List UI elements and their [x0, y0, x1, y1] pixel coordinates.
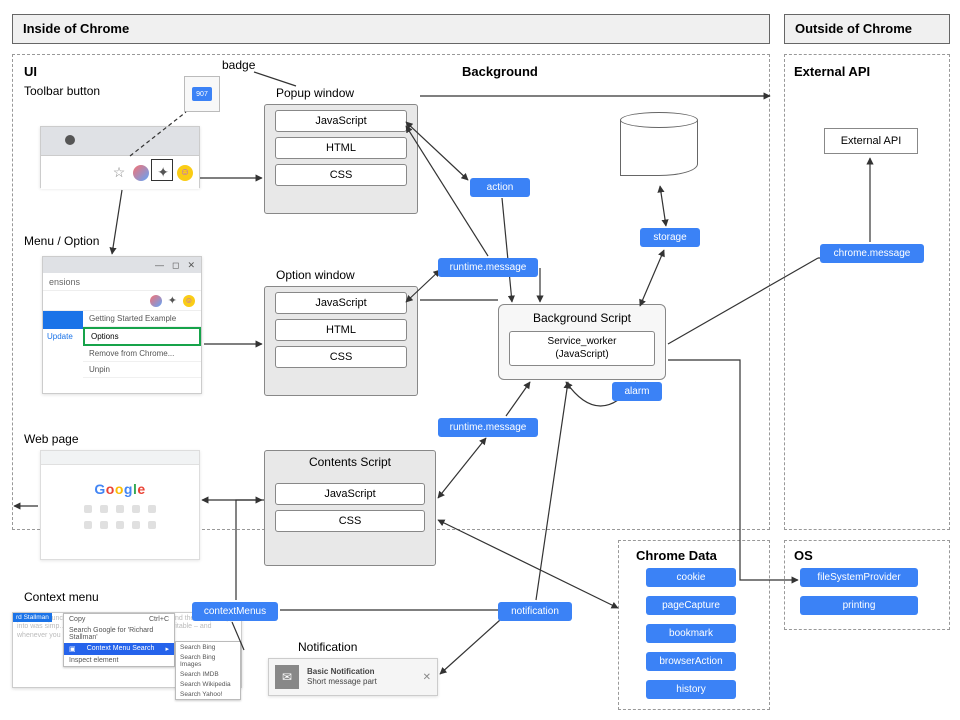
- google-logo: Google: [94, 481, 145, 497]
- badge-icon: 907: [192, 87, 212, 101]
- option-css: CSS: [275, 346, 407, 368]
- popup-css: CSS: [275, 164, 407, 186]
- popup-window-label: Popup window: [276, 86, 354, 100]
- web-page-thumbnail: Google: [40, 450, 200, 560]
- chip-bookmark: bookmark: [646, 624, 736, 643]
- chip-storage: storage: [640, 228, 700, 247]
- service-worker-box: Service_worker(JavaScript): [509, 331, 655, 366]
- chip-action: action: [470, 178, 530, 197]
- chip-alarm: alarm: [612, 382, 662, 401]
- background-script-title: Background Script: [499, 305, 665, 327]
- chip-history: history: [646, 680, 736, 699]
- contents-script-box: Contents Script JavaScript CSS: [264, 450, 436, 566]
- chip-pagecapture: pageCapture: [646, 596, 736, 615]
- background-script-box: Background Script Service_worker(JavaScr…: [498, 304, 666, 380]
- toolbar-thumbnail: ☆ ✦ ☺: [40, 126, 200, 188]
- menu-option-thumbnail: —◻✕ ensions ✦ ☺ Update Getting Started E…: [42, 256, 202, 394]
- chip-filesystemprovider: fileSystemProvider: [800, 568, 918, 587]
- chip-contextmenus: contextMenus: [192, 602, 278, 621]
- option-html: HTML: [275, 319, 407, 341]
- inside-chrome-header: Inside of Chrome: [12, 14, 770, 44]
- outside-chrome-label: Outside of Chrome: [795, 21, 912, 36]
- os-title: OS: [794, 548, 813, 563]
- chip-notification: notification: [498, 602, 572, 621]
- badge-label: badge: [222, 58, 255, 72]
- contents-css: CSS: [275, 510, 425, 532]
- background-title: Background: [462, 64, 538, 79]
- context-menu-submenu: Search Bing Search Bing Images Search IM…: [175, 641, 241, 700]
- contents-js: JavaScript: [275, 483, 425, 505]
- chip-runtime-message-2: runtime.message: [438, 418, 538, 437]
- popup-window-box: JavaScript HTML CSS: [264, 104, 418, 214]
- menu-option-label: Menu / Option: [24, 234, 99, 248]
- toolbar-selection-box: [151, 159, 173, 181]
- chip-cookie: cookie: [646, 568, 736, 587]
- external-api-title: External API: [794, 64, 870, 79]
- mail-icon: ✉: [275, 665, 299, 689]
- chip-browseraction: browserAction: [646, 652, 736, 671]
- inside-chrome-label: Inside of Chrome: [23, 21, 129, 36]
- data-cylinder: [620, 120, 698, 184]
- option-window-box: JavaScript HTML CSS: [264, 286, 418, 396]
- option-window-label: Option window: [276, 268, 355, 282]
- outside-chrome-header: Outside of Chrome: [784, 14, 950, 44]
- notification-label: Notification: [298, 640, 357, 654]
- contents-script-title: Contents Script: [265, 451, 435, 473]
- external-api-region: [784, 54, 950, 530]
- close-icon: ✕: [423, 672, 431, 683]
- option-js: JavaScript: [275, 292, 407, 314]
- chrome-data-title: Chrome Data: [636, 548, 717, 563]
- context-menu-primary: CopyCtrl+C Search Google for 'Richard St…: [63, 613, 175, 667]
- star-icon: ☆: [113, 164, 126, 181]
- popup-js: JavaScript: [275, 110, 407, 132]
- extension-icon: [133, 165, 149, 181]
- web-page-label: Web page: [24, 432, 79, 446]
- popup-html: HTML: [275, 137, 407, 159]
- avatar-icon: ☺: [177, 165, 193, 181]
- toolbar-button-label: Toolbar button: [24, 84, 100, 98]
- chip-runtime-message-1: runtime.message: [438, 258, 538, 277]
- options-highlight: Options: [83, 327, 201, 346]
- badge-thumbnail: 907: [184, 76, 220, 112]
- notification-thumbnail: ✉ Basic NotificationShort message part ✕: [268, 658, 438, 696]
- chip-chrome-message: chrome.message: [820, 244, 924, 263]
- external-api-box: External API: [824, 128, 918, 154]
- context-menu-label: Context menu: [24, 590, 99, 604]
- chip-printing: printing: [800, 596, 918, 615]
- context-menu-thumbnail: Stallman launched the Free Software Foun…: [12, 612, 242, 688]
- ui-title: UI: [24, 64, 37, 79]
